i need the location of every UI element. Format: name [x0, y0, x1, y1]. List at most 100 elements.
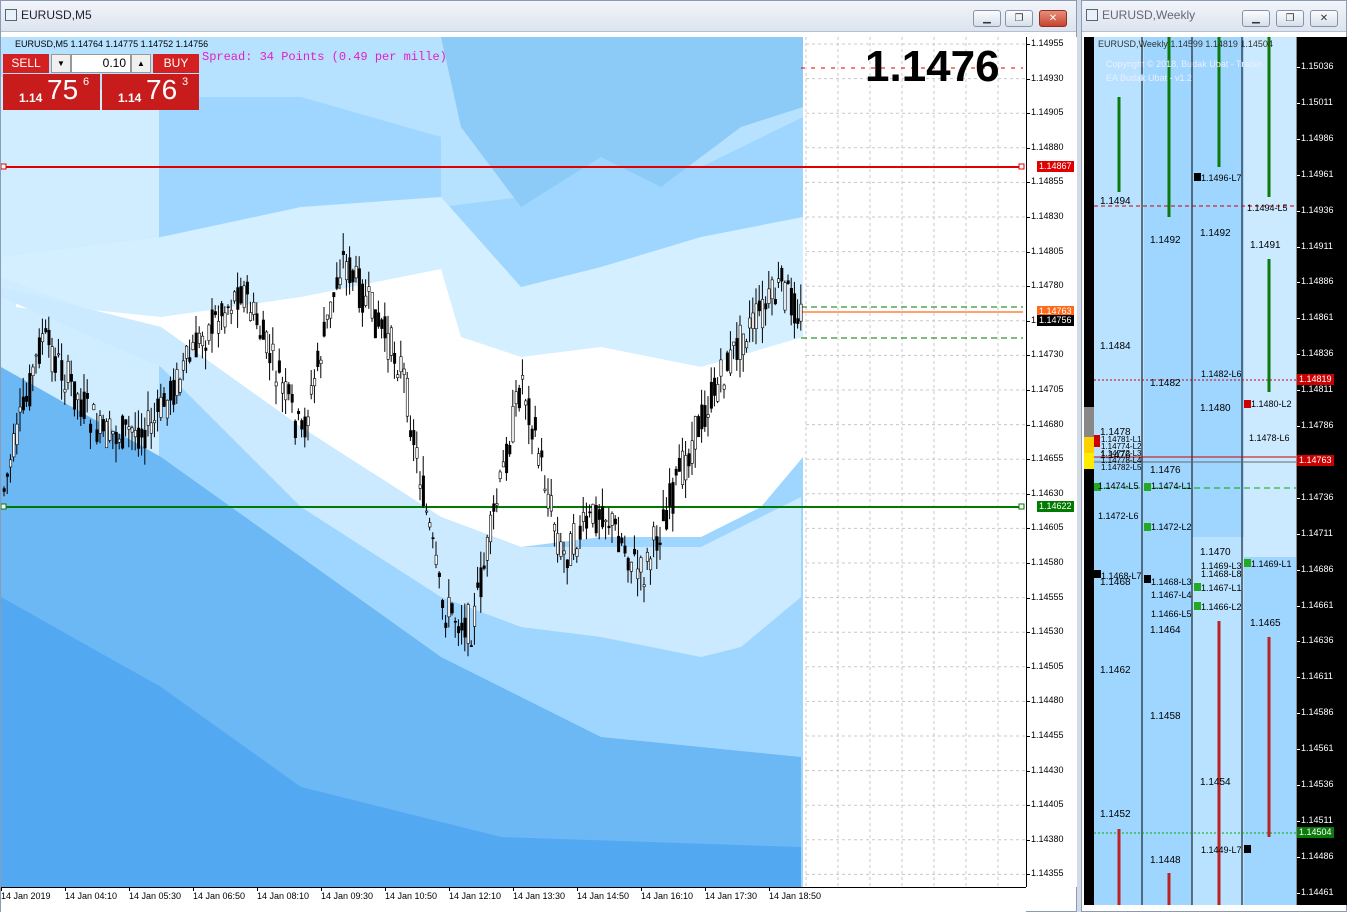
candle-body: [85, 393, 89, 399]
chart-window-weekly[interactable]: EURUSD,Weekly ▁ ❐ ✕ EURUSD,Weekly 1.1459…: [1081, 0, 1347, 912]
price-tick-mark: [1027, 44, 1030, 45]
weekly-price-tick-label: 1.15011: [1301, 96, 1333, 107]
weekly-price-tick-mark: [1297, 856, 1300, 858]
buy-price-box[interactable]: 1.14 76 3: [102, 74, 199, 110]
green-line-handle-left[interactable]: [1, 503, 7, 510]
candle-body: [668, 483, 672, 507]
candle-body: [207, 324, 211, 341]
candle-body: [473, 605, 477, 627]
time-tick-label: 14 Jan 17:30: [705, 891, 758, 901]
candle-body: [687, 453, 691, 467]
weekly-price-tick-label: 1.14711: [1301, 527, 1333, 538]
price-tick-label: 1.14830: [1031, 211, 1064, 221]
lot-decrease-button[interactable]: ▼: [51, 54, 71, 73]
lot-increase-button[interactable]: ▲: [131, 54, 151, 73]
ea-name: EA Budak Ubat - v1.2: [1106, 73, 1193, 83]
time-tick-mark: [705, 888, 706, 891]
time-tick-label: 14 Jan 12:10: [449, 891, 502, 901]
candle-body: [185, 345, 189, 359]
col2-level-11: 1.1448: [1150, 855, 1181, 866]
candle-body: [364, 295, 368, 306]
candle-body: [738, 324, 742, 360]
ea-copyright: Copyright © 2018, Budak Ubat - Trader: [1106, 59, 1263, 69]
sell-price-prefix: 1.14: [19, 91, 43, 105]
candle-body: [684, 455, 688, 481]
candle-body: [549, 495, 553, 512]
candle-body: [713, 377, 717, 396]
price-chart-area[interactable]: EURUSD,M5 1.14764 1.14775 1.14752 1.1475…: [1, 37, 1026, 887]
candle-body: [649, 558, 653, 571]
maximize-button[interactable]: ❐: [1005, 10, 1033, 27]
weekly-price-tick-label: 1.14686: [1301, 563, 1334, 574]
candle-body: [169, 380, 173, 401]
weekly-close-button[interactable]: ✕: [1310, 10, 1338, 27]
candle-body: [613, 518, 617, 525]
close-button[interactable]: ✕: [1039, 10, 1067, 27]
weekly-price-tick-label: 1.14736: [1301, 491, 1334, 502]
weekly-maximize-button[interactable]: ❐: [1276, 10, 1304, 27]
weekly-price-tick-label: 1.14561: [1301, 743, 1334, 754]
candle-body: [757, 300, 761, 312]
weekly-price-tick-mark: [1297, 282, 1300, 284]
lot-size-input[interactable]: 0.10: [71, 54, 131, 73]
weekly-price-tick-label: 1.14836: [1301, 348, 1334, 359]
title-bar[interactable]: EURUSD,M5 ▁ ❐ ✕: [1, 1, 1076, 32]
candle-body: [34, 354, 38, 357]
weekly-chart-area[interactable]: EURUSD,Weekly 1.14599 1.14819 1.14504 Co…: [1084, 37, 1296, 905]
candle-body: [706, 414, 710, 418]
candle-body: [357, 268, 361, 308]
candle-body: [751, 312, 755, 329]
green-line-handle-right[interactable]: [1018, 503, 1025, 510]
candle-body: [274, 381, 278, 387]
weekly-title-bar[interactable]: EURUSD,Weekly ▁ ❐ ✕: [1082, 1, 1346, 32]
candle-body: [281, 382, 285, 394]
buy-button[interactable]: BUY: [153, 54, 199, 73]
candle-body: [226, 306, 230, 309]
candle-body: [303, 416, 307, 438]
sell-button[interactable]: SELL: [3, 54, 49, 73]
price-tick-label: 1.14505: [1031, 660, 1064, 671]
weekly-current-badge: 1.14763: [1297, 455, 1334, 466]
price-tick-mark: [1027, 217, 1030, 218]
time-axis[interactable]: 14 Jan 2019 14 Jan 04:10 14 Jan 05:30 14 Ja…: [1, 887, 1026, 912]
chart-window-m5[interactable]: EURUSD,M5 ▁ ❐ ✕ EURUSD,M5 1.14764 1.1477…: [0, 0, 1077, 912]
weekly-price-tick-mark: [1297, 354, 1300, 356]
sell-price-box[interactable]: 1.14 75 6: [3, 74, 100, 110]
candle-body: [393, 352, 397, 364]
candle-body: [383, 316, 387, 339]
candle-body: [28, 373, 32, 407]
candle-body: [389, 327, 393, 356]
weekly-price-tick-mark: [1297, 426, 1300, 427]
candle-body: [399, 356, 403, 373]
time-tick-label: 14 Jan 08:10: [257, 891, 310, 901]
weekly-minimize-button[interactable]: ▁: [1242, 10, 1270, 27]
candle-body: [293, 420, 297, 439]
red-line-handle-left[interactable]: [1, 163, 7, 170]
candle-body: [92, 404, 96, 411]
weekly-high-badge: 1.14819: [1297, 374, 1334, 385]
time-tick-mark: [769, 888, 770, 891]
weekly-price-axis[interactable]: 1.15036 1.15011 1.14986 1.14961 1.14936 1.149…: [1296, 37, 1347, 905]
time-tick-mark: [129, 888, 130, 891]
time-tick-mark: [193, 888, 194, 891]
candle-body: [485, 537, 489, 561]
candle-body: [354, 265, 358, 279]
candle-body: [469, 645, 473, 647]
col2-level-7: 1.1467-L4: [1151, 590, 1192, 600]
candle-body: [722, 384, 726, 390]
minimize-button[interactable]: ▁: [973, 10, 1001, 27]
weekly-low-badge: 1.14504: [1297, 827, 1334, 838]
candle-body: [773, 299, 777, 305]
weekly-info-line: EURUSD,Weekly 1.14599 1.14819 1.14504: [1098, 39, 1273, 49]
candle-body: [764, 303, 768, 310]
candle-body: [789, 287, 793, 316]
red-line-handle-right[interactable]: [1018, 163, 1025, 170]
candle-body: [799, 303, 803, 322]
candle-body: [73, 381, 77, 410]
candle-body: [729, 349, 733, 374]
level-label-l5: 1.14782-L5: [1101, 463, 1142, 472]
candle-body: [665, 510, 669, 530]
weekly-price-tick-mark: [1297, 677, 1300, 679]
buy-price-fraction: 3: [182, 76, 189, 88]
candle-body: [629, 561, 633, 572]
